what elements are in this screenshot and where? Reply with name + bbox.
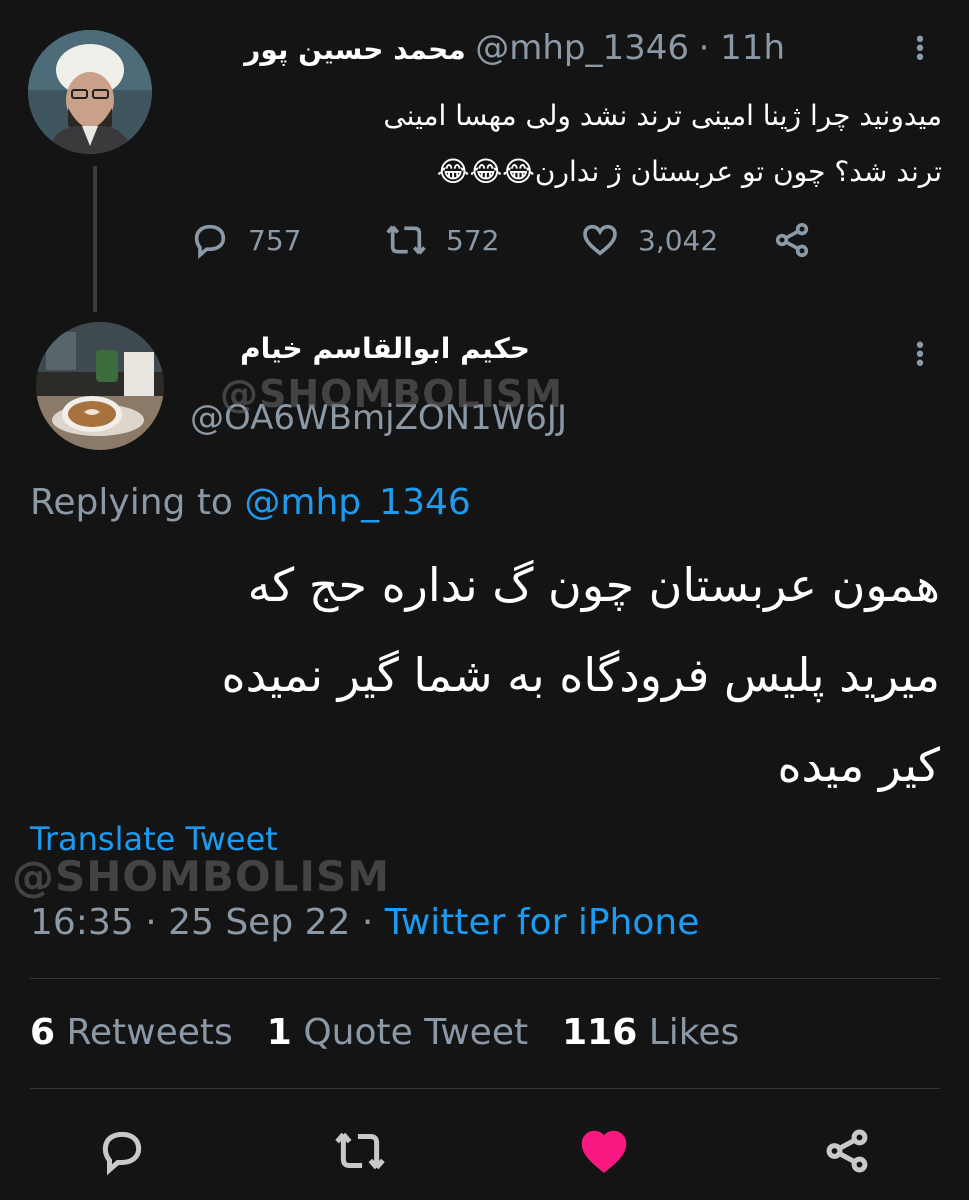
replying-to-link[interactable]: @mhp_1346	[244, 482, 470, 523]
tweet-timestamp[interactable]: 16:35 · 25 Sep 22 ·	[30, 902, 373, 943]
retweet-icon	[386, 225, 426, 255]
retweets-label: Retweets	[66, 1012, 233, 1053]
quote-tweets-label: Quote Tweet	[303, 1012, 529, 1053]
tweet-stats: 6 Retweets 1 Quote Tweet 116 Likes	[30, 1012, 739, 1053]
reply-tweet-line: کیر میده	[777, 738, 940, 792]
tweet-source-link[interactable]: Twitter for iPhone	[385, 902, 700, 943]
likes-label: Likes	[648, 1012, 740, 1053]
tweet-meta: 16:35 · 25 Sep 22 · Twitter for iPhone	[30, 902, 699, 943]
original-author-name[interactable]: محمد حسین پور	[244, 33, 465, 66]
avatar-original-image	[28, 30, 152, 154]
retweets-count: 6	[30, 1012, 56, 1053]
like-icon	[581, 1130, 627, 1173]
share-button[interactable]	[820, 1126, 874, 1176]
replying-to: Replying to @mhp_1346	[30, 482, 471, 523]
watermark: @SHOMBOLISM	[12, 852, 391, 901]
reply-icon	[102, 1131, 142, 1176]
avatar-original-author[interactable]	[28, 30, 152, 154]
reply-tweet-text: همون عربستان چون گ نداره حج که میرید پلی…	[60, 540, 940, 810]
retweet-action[interactable]: 572	[384, 220, 499, 260]
reply-tweet-line: همون عربستان چون گ نداره حج که	[247, 558, 940, 612]
replying-prefix: Replying to	[30, 482, 233, 523]
original-author-handle[interactable]: @mhp_1346	[475, 28, 689, 68]
thread-line	[93, 166, 97, 312]
quote-tweets-count: 1	[266, 1012, 292, 1053]
divider	[30, 1088, 940, 1089]
avatar-reply-image	[36, 322, 164, 450]
like-button[interactable]	[577, 1126, 631, 1176]
retweet-icon	[335, 1132, 385, 1170]
reply-author-name[interactable]: حکیم ابوالقاسم خیام	[190, 332, 530, 365]
share-action[interactable]	[772, 220, 812, 260]
reply-count: 757	[248, 223, 302, 257]
quote-tweets-stat[interactable]: 1 Quote Tweet	[267, 1012, 528, 1053]
reply-button[interactable]	[95, 1126, 149, 1176]
like-action[interactable]: 3,042	[580, 220, 718, 260]
share-icon	[826, 1129, 868, 1173]
likes-stat[interactable]: 116 Likes	[562, 1012, 739, 1053]
retweet-button[interactable]	[333, 1126, 387, 1176]
retweet-count: 572	[446, 223, 500, 257]
avatar-reply-author[interactable]	[36, 322, 164, 450]
share-icon	[775, 223, 809, 257]
more-icon[interactable]: • • •	[912, 30, 928, 70]
original-tweet-line: ترند شد؟ چون تو عربستان ژ ندارن😂😂😂	[436, 155, 942, 188]
reply-action[interactable]: 757	[190, 220, 301, 260]
reply-tweet-line: میرید پلیس فرودگاه به شما گیر نمیده	[221, 648, 940, 702]
divider	[30, 978, 940, 979]
original-tweet-text: میدونید چرا ژینا امینی ترند نشد ولی مهسا…	[190, 88, 942, 200]
original-tweet-time[interactable]: · 11h	[699, 28, 785, 68]
original-tweet-header: محمد حسین پور @mhp_1346 · 11h	[244, 28, 785, 68]
reply-icon	[194, 224, 226, 260]
like-count: 3,042	[638, 223, 719, 257]
watermark: @SHOMBOLISM	[220, 372, 564, 416]
original-tweet-line: میدونید چرا ژینا امینی ترند نشد ولی مهسا…	[383, 99, 942, 132]
likes-count: 116	[562, 1012, 638, 1053]
retweets-stat[interactable]: 6 Retweets	[30, 1012, 233, 1053]
more-icon[interactable]: • • •	[912, 336, 928, 376]
like-icon	[583, 224, 617, 256]
